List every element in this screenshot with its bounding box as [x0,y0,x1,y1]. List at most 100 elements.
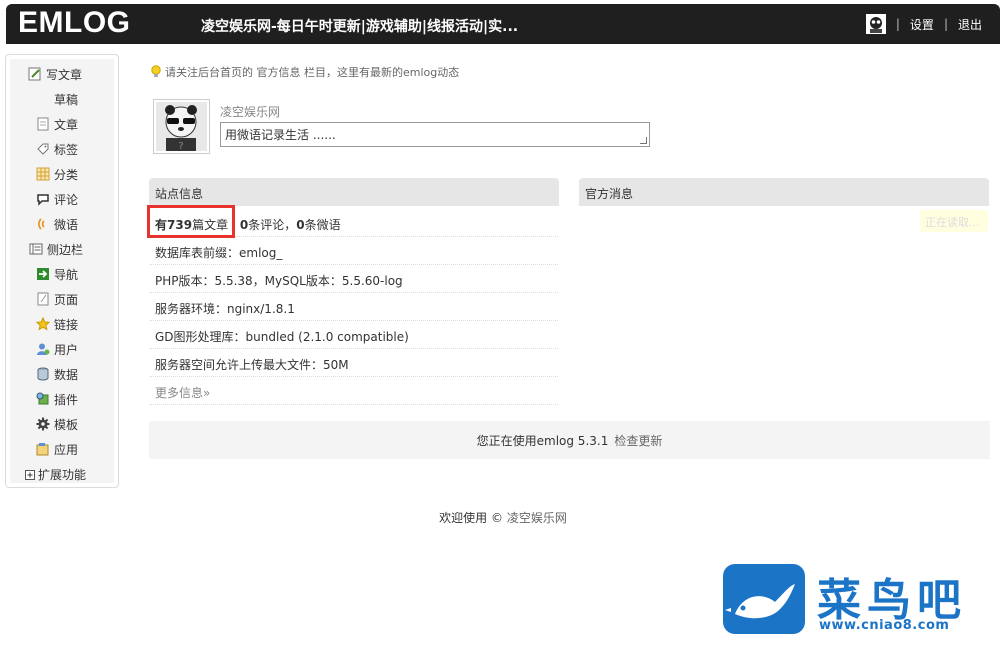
arrow-right-icon [36,267,50,281]
emlog-logo[interactable]: EMLOG [18,6,131,40]
user-avatar-icon[interactable] [865,14,886,34]
document-icon [36,117,50,131]
notice-text: 请关注后台首页的 官方信息 栏目，这里有最新的emlog动态 [165,66,460,79]
footer-site-link[interactable]: 凌空娱乐网 [507,511,567,525]
sidebar-item-label: 用户 [54,342,79,357]
sidebar-item-label: 分类 [54,167,79,182]
comments-label: 条评论， [248,218,297,232]
logout-link[interactable]: 退出 [958,16,982,33]
bird-logo-icon [723,564,805,634]
gear-icon [36,417,50,431]
max-upload-row: 服务器空间允许上传最大文件：50M [150,349,558,377]
sidebar-item-draft[interactable]: 草稿 [54,88,114,110]
sidebar-item-pages[interactable]: 页面 [36,288,114,310]
separator: | [895,17,900,31]
sidebar-item-label: 评论 [54,192,79,207]
sidebar-item-label: 应用 [54,442,79,457]
sidebar-item-apps[interactable]: 应用 [36,438,114,460]
db-prefix-text: 数据库表前缀：emlog_ [155,246,283,260]
twitters-count: 0 [296,218,305,232]
highlight-annotation [147,205,235,238]
version-bar: 您正在使用emlog 5.3.1 检查更新 [149,421,990,459]
sidebar-item-label: 数据 [54,367,79,382]
sidebar-item-users[interactable]: 用户 [36,338,114,360]
star-icon [35,316,51,331]
php-version-text: PHP版本：5.5.38，MySQL版本：5.5.60-log [155,274,403,288]
svg-text:?: ? [178,141,183,151]
twitter-input[interactable]: 用微语记录生活 ...... [220,122,650,147]
site-info-header: 站点信息 [149,178,559,206]
sidebar-item-twitter[interactable]: 微语 [36,213,114,235]
sidebar-item-articles[interactable]: 文章 [36,113,114,135]
sidebar-item-navigation[interactable]: 导航 [36,263,114,285]
db-prefix-row: 数据库表前缀：emlog_ [150,237,558,265]
sidebar-item-templates[interactable]: 模板 [36,413,114,435]
version-text: 您正在使用emlog 5.3.1 [476,433,609,448]
sidebar-icon [29,242,43,256]
site-info-title: 站点信息 [155,187,204,201]
twitters-label: 条微语 [304,218,341,232]
grid-icon [36,167,50,181]
more-info-row: 更多信息» [150,377,558,405]
sidebar-item-label: 文章 [54,117,79,132]
twitter-placeholder: 用微语记录生活 ...... [225,128,336,142]
watermark-url: www.cniao8.com [819,618,950,633]
pencil-icon [28,67,42,81]
sidebar-item-label: 标签 [54,142,79,157]
sidebar-item-label: 扩展功能 [38,467,87,482]
max-upload-text: 服务器空间允许上传最大文件：50M [155,358,349,372]
footer-text: 欢迎使用 © [439,511,503,525]
sidebar-item-label: 导航 [54,267,79,282]
sidebar-item-widgets[interactable]: 侧边栏 [29,238,114,260]
settings-link[interactable]: 设置 [910,16,934,33]
sidebar-item-label: 模板 [54,417,79,432]
tag-icon [36,142,50,156]
lightbulb-icon [151,65,161,77]
server-env-row: 服务器环境：nginx/1.8.1 [150,293,558,321]
sidebar-item-write[interactable]: 写文章 [28,63,114,85]
database-icon [36,367,50,381]
loading-indicator: 正在读取... [920,210,988,232]
sidebar-item-label: 插件 [54,392,79,407]
sidebar-item-label: 微语 [54,217,79,232]
sidebar-menu: 写文章 草稿 文章 标签 分类 评论 微语 侧边栏 导航 页面 链接 用户 数据… [10,59,114,483]
sidebar-item-links[interactable]: 链接 [35,313,114,335]
official-news-title: 官方消息 [585,187,634,201]
plugin-icon [36,392,50,406]
sidebar-item-extensions[interactable]: 扩展功能 [25,463,114,485]
sidebar-item-label: 草稿 [54,92,79,107]
notice-tip: 请关注后台首页的 官方信息 栏目，这里有最新的emlog动态 [150,64,459,80]
page-icon [36,292,50,306]
sidebar-item-label: 链接 [54,317,79,332]
top-header: EMLOG 凌空娱乐网-每日午时更新|游戏辅助|线报活动|实... | 设置 |… [6,4,1000,44]
footer: 欢迎使用 © 凌空娱乐网 [0,509,1006,526]
broadcast-icon [36,217,50,231]
server-env-text: 服务器环境：nginx/1.8.1 [155,302,295,316]
watermark-logo: 菜鸟吧 www.cniao8.com [723,564,1003,642]
more-info-link[interactable]: 更多信息» [155,386,210,400]
php-version-row: PHP版本：5.5.38，MySQL版本：5.5.60-log [150,265,558,293]
sidebar-item-plugins[interactable]: 插件 [36,388,114,410]
sidebar-item-tags[interactable]: 标签 [36,138,114,160]
gd-lib-text: GD图形处理库：bundled (2.1.0 compatible) [155,330,409,344]
sidebar-item-categories[interactable]: 分类 [36,163,114,185]
sidebar-item-comments[interactable]: 评论 [36,188,114,210]
gd-lib-row: GD图形处理库：bundled (2.1.0 compatible) [150,321,558,349]
sidebar-item-label: 写文章 [46,67,83,82]
sidebar-item-data[interactable]: 数据 [36,363,114,385]
check-update-link[interactable]: 检查更新 [614,432,662,449]
separator: | [943,17,948,31]
sidebar-item-label: 侧边栏 [47,242,84,257]
site-title[interactable]: 凌空娱乐网-每日午时更新|游戏辅助|线报活动|实... [201,16,518,36]
expand-icon[interactable] [25,469,35,480]
header-user-menu: | 设置 | 退出 [865,14,982,34]
comment-icon [36,192,50,206]
app-icon [36,442,50,456]
user-avatar[interactable]: ? [153,99,210,154]
resize-handle-icon[interactable] [640,137,647,144]
official-news-header: 官方消息 [579,178,989,206]
user-icon [36,342,50,356]
sidebar: 写文章 草稿 文章 标签 分类 评论 微语 侧边栏 导航 页面 链接 用户 数据… [5,54,119,488]
sidebar-item-label: 页面 [54,292,79,307]
user-nickname: 凌空娱乐网 [220,105,281,119]
